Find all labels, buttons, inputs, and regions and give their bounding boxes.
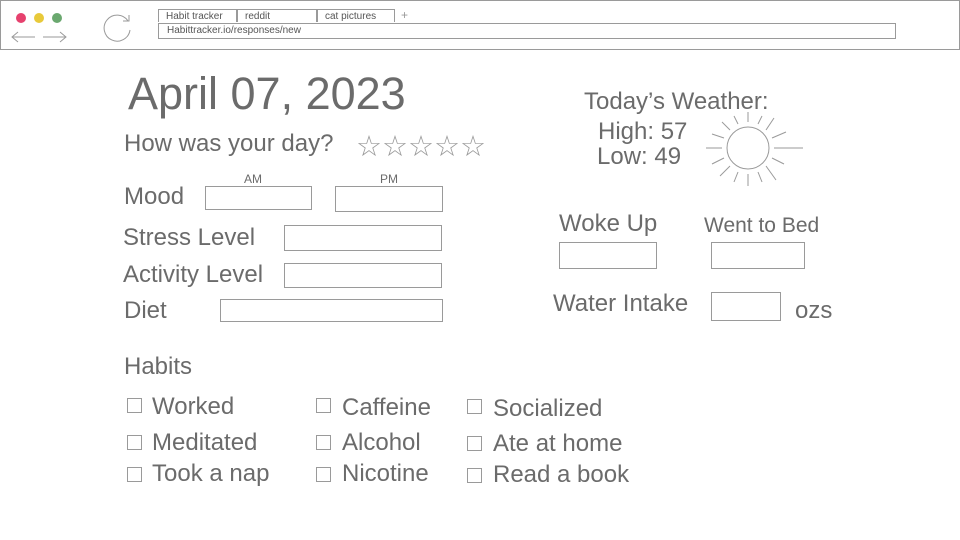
water-intake-label: Water Intake — [553, 290, 689, 317]
took-a-nap-checkbox[interactable] — [127, 467, 142, 482]
ate-at-home-checkbox[interactable] — [467, 436, 482, 451]
went-to-bed-label: Went to Bed — [704, 214, 820, 237]
back-forward-icons — [11, 31, 67, 43]
activity-level-input[interactable] — [284, 263, 442, 288]
address-bar[interactable]: Habittracker.io/responses/new — [158, 23, 896, 39]
am-label: AM — [244, 172, 262, 186]
read-a-book-checkbox[interactable] — [467, 468, 482, 483]
alcohol-label: Alcohol — [342, 429, 421, 456]
woke-up-input[interactable] — [559, 242, 657, 269]
mood-label: Mood — [124, 183, 185, 210]
habits-title: Habits — [124, 353, 193, 380]
weather-low: Low: 49 — [597, 143, 682, 170]
sun-icon — [706, 112, 803, 186]
tab-habit-tracker[interactable]: Habit tracker — [158, 9, 237, 22]
read-a-book-label: Read a book — [493, 461, 630, 488]
ate-at-home-label: Ate at home — [493, 430, 623, 457]
close-window-button[interactable] — [16, 13, 26, 23]
diet-input[interactable] — [220, 299, 443, 322]
pm-label: PM — [380, 172, 398, 186]
mood-am-input[interactable] — [205, 186, 312, 210]
worked-label: Worked — [152, 393, 235, 420]
activity-level-label: Activity Level — [123, 261, 264, 288]
tab-reddit[interactable]: reddit — [237, 9, 317, 22]
meditated-label: Meditated — [152, 429, 258, 456]
nicotine-label: Nicotine — [342, 460, 429, 487]
alcohol-checkbox[interactable] — [316, 435, 331, 450]
nicotine-checkbox[interactable] — [316, 467, 331, 482]
caffeine-label: Caffeine — [342, 394, 431, 421]
meditated-checkbox[interactable] — [127, 435, 142, 450]
stress-level-label: Stress Level — [123, 224, 256, 251]
star-rating[interactable]: ☆☆☆☆☆ — [356, 129, 486, 164]
took-a-nap-label: Took a nap — [152, 460, 270, 487]
woke-up-label: Woke Up — [559, 210, 658, 237]
maximize-window-button[interactable] — [52, 13, 62, 23]
mood-pm-input[interactable] — [335, 186, 443, 212]
weather-high: High: 57 — [598, 118, 688, 145]
stress-level-input[interactable] — [284, 225, 442, 251]
new-tab-button[interactable]: + — [401, 8, 408, 22]
water-intake-input[interactable] — [711, 292, 781, 321]
water-unit-label: ozs — [795, 297, 833, 324]
minimize-window-button[interactable] — [34, 13, 44, 23]
worked-checkbox[interactable] — [127, 398, 142, 413]
went-to-bed-input[interactable] — [711, 242, 805, 269]
reload-icon[interactable] — [102, 13, 134, 43]
socialized-checkbox[interactable] — [467, 399, 482, 414]
tab-cat-pictures[interactable]: cat pictures — [317, 9, 395, 22]
socialized-label: Socialized — [493, 395, 603, 422]
diet-label: Diet — [124, 297, 167, 324]
day-rating-label: How was your day? — [124, 130, 334, 157]
caffeine-checkbox[interactable] — [316, 398, 331, 413]
page-title: April 07, 2023 — [128, 68, 406, 119]
